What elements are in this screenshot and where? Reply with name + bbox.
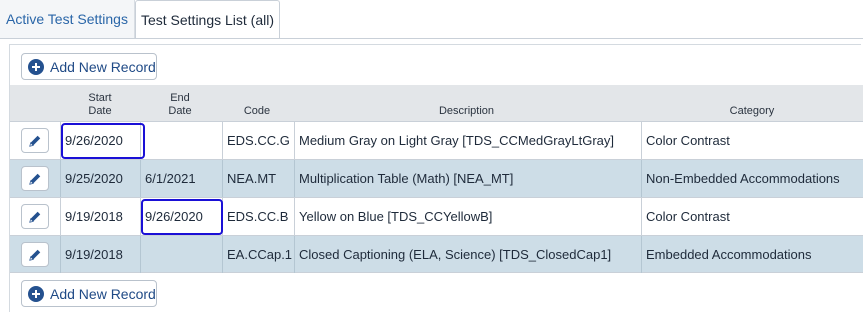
start-date-cell: 9/19/2018: [65, 209, 123, 224]
category-cell: Color Contrast: [646, 133, 730, 148]
description-cell: Medium Gray on Light Gray [TDS_CCMedGray…: [299, 133, 614, 148]
plus-circle-icon: [28, 58, 44, 75]
column-header-end-date[interactable]: End Date: [140, 85, 220, 121]
add-new-record-button-bottom[interactable]: Add New Record: [21, 280, 157, 307]
start-date-header-line1: Start: [88, 92, 112, 104]
add-new-record-label: Add New Record: [50, 58, 156, 75]
tab-active-test-settings[interactable]: Active Test Settings: [0, 0, 135, 38]
highlight-box: [61, 123, 145, 159]
add-new-record-label: Add New Record: [50, 285, 156, 302]
start-date-cell: 9/19/2018: [65, 247, 123, 262]
edit-record-button[interactable]: [21, 242, 49, 267]
table-row: 9/19/2018 9/26/2020 EDS.CC.B Yellow on Blue…: [10, 197, 863, 235]
add-new-record-button-top[interactable]: Add New Record: [21, 53, 157, 80]
code-cell: NEA.MT: [227, 171, 277, 186]
test-settings-table: Start Date End Date Code Description Cat…: [10, 85, 863, 273]
edit-record-button[interactable]: [21, 166, 49, 191]
table-row: 9/19/2018 EA.CCap.1 Closed Captioning (ELA…: [10, 235, 863, 273]
category-cell: Color Contrast: [646, 209, 730, 224]
end-date-cell: [140, 236, 222, 273]
description-cell: Multiplication Table (Math) [NEA_MT]: [299, 171, 514, 186]
tab-test-settings-list-all[interactable]: Test Settings List (all): [135, 0, 280, 39]
pencil-icon: [29, 135, 41, 147]
description-cell: Closed Captioning (ELA, Science) [TDS_Cl…: [299, 247, 612, 262]
category-cell: Non-Embedded Accommodations: [646, 171, 840, 186]
table-row: 9/26/2020 EDS.CC.G Medium Gray on Light Gr…: [10, 121, 863, 159]
pencil-icon: [29, 211, 41, 223]
table-header: Start Date End Date Code Description Cat…: [10, 85, 863, 121]
category-cell: Embedded Accommodations: [646, 247, 812, 262]
edit-record-button[interactable]: [21, 204, 49, 229]
column-header-start-date[interactable]: Start Date: [60, 85, 140, 121]
edit-record-button[interactable]: [21, 128, 49, 153]
start-date-header-line2: Date: [88, 105, 112, 117]
column-header-description[interactable]: Description: [294, 85, 639, 121]
pencil-icon: [29, 249, 41, 261]
column-header-category[interactable]: Category: [641, 85, 863, 121]
pencil-icon: [29, 173, 41, 185]
table-row: 9/25/2020 6/1/2021 NEA.MT Multiplication Ta…: [10, 159, 863, 197]
plus-circle-icon: [28, 285, 44, 302]
tab-divider: [0, 38, 863, 39]
end-date-header-line1: End: [170, 92, 190, 104]
highlight-box: [141, 199, 223, 235]
tab-bar: Active Test Settings Test Settings List …: [0, 0, 863, 39]
description-cell: Yellow on Blue [TDS_CCYellowB]: [299, 209, 493, 224]
column-header-code[interactable]: Code: [222, 85, 292, 121]
end-date-cell: [140, 122, 222, 159]
code-cell: EDS.CC.B: [227, 209, 289, 224]
code-cell: EDS.CC.G: [227, 133, 290, 148]
end-date-cell: 6/1/2021: [145, 171, 196, 186]
end-date-header-line2: Date: [168, 105, 192, 117]
start-date-cell: 9/25/2020: [65, 171, 123, 186]
code-cell: EA.CCap.1: [227, 247, 293, 262]
